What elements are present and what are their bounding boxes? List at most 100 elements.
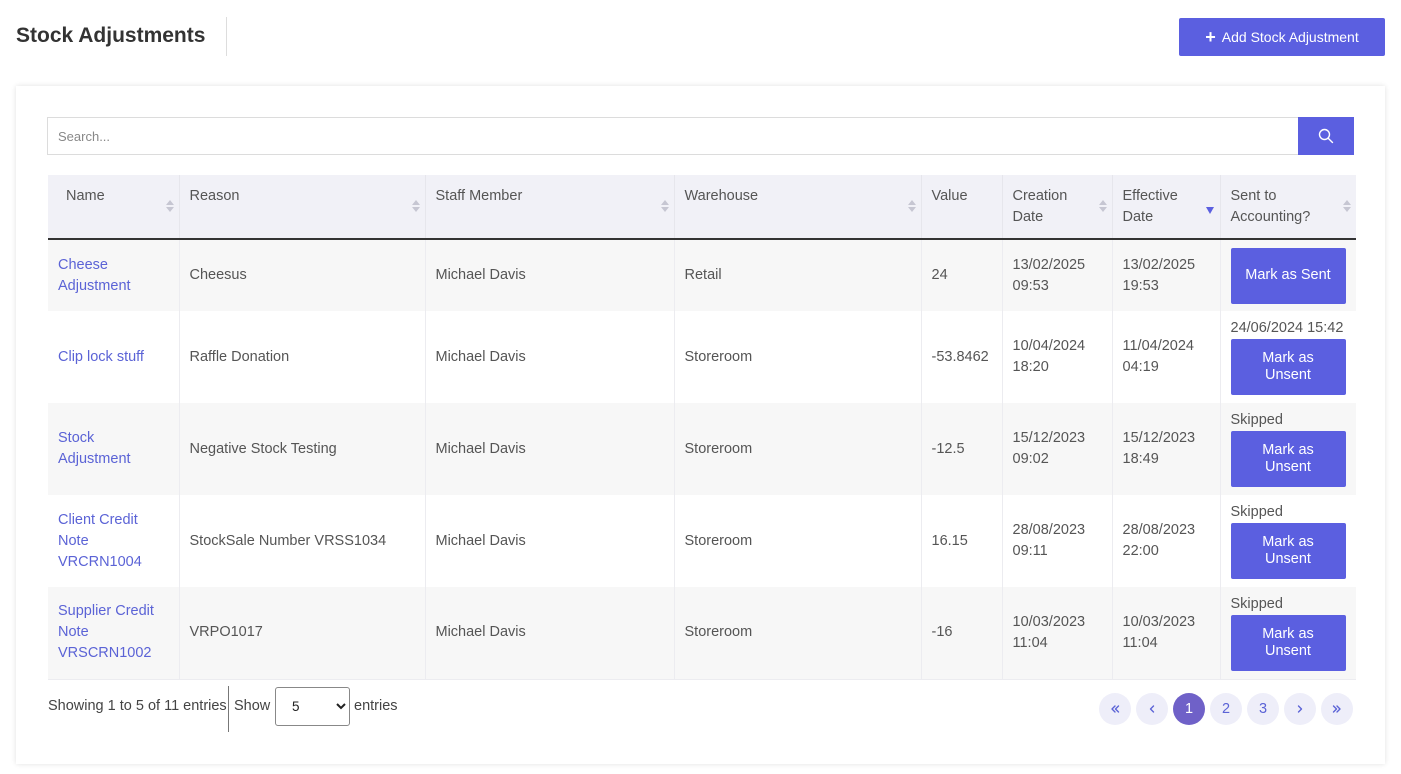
sort-icon: [660, 200, 669, 212]
double-chevron-right-icon: [1332, 705, 1341, 713]
column-header-creation-date[interactable]: Creation Date: [1002, 175, 1113, 240]
sent-cell-content: Skipped Mark as Unsent: [1230, 411, 1347, 487]
cell-staff-text: Michael Davis: [435, 348, 526, 365]
cell-value: 16.15: [921, 495, 1003, 587]
cell-effective-text: 10/03/2023 11:04: [1122, 613, 1196, 651]
adjustment-name-link[interactable]: Clip lock stuff: [58, 349, 144, 365]
cell-staff-text: Michael Davis: [435, 624, 526, 641]
sent-status-text: Skipped: [1230, 412, 1283, 428]
column-header-label: Reason: [189, 188, 240, 204]
mark-as-unsent-button[interactable]: Mark as Unsent: [1230, 523, 1346, 579]
column-header-reason[interactable]: Reason: [179, 175, 426, 240]
cell-effective: 13/02/2025 19:53: [1112, 239, 1221, 311]
adjustment-name-link[interactable]: Client Credit Note VRCRN1004: [58, 512, 142, 570]
cell-reason: Cheesus: [179, 239, 426, 311]
title-divider: [226, 17, 227, 56]
cell-value-text: -12.5: [931, 440, 965, 457]
cell-reason-text: StockSale Number VRSS1034: [189, 532, 387, 549]
column-header-sent-to-accounting[interactable]: Sent to Accounting?: [1220, 175, 1356, 240]
cell-reason: Raffle Donation: [179, 311, 426, 403]
page-1-button[interactable]: 1: [1173, 693, 1205, 725]
cell-name: Client Credit Note VRCRN1004: [48, 495, 180, 587]
sort-icon: [411, 200, 420, 212]
mark-as-unsent-button[interactable]: Mark as Unsent: [1230, 614, 1346, 671]
cell-created-text: 13/02/2025 09:53: [1012, 256, 1086, 294]
column-header-label: Staff Member: [435, 188, 523, 204]
cell-created-text: 15/12/2023 09:02: [1012, 430, 1086, 467]
table-header-row: Name Reason Staff Member Warehouse Value Crea…: [48, 175, 1356, 240]
cell-sent-to-accounting: Mark as Sent: [1220, 239, 1356, 311]
cell-effective: 28/08/2023 22:00: [1112, 495, 1221, 587]
cell-warehouse: Storeroom: [674, 587, 922, 680]
column-header-warehouse[interactable]: Warehouse: [674, 175, 922, 240]
cell-staff-text: Michael Davis: [435, 532, 526, 549]
cell-sent-to-accounting: Skipped Mark as Unsent: [1220, 403, 1356, 495]
column-header-staff-member[interactable]: Staff Member: [425, 175, 675, 240]
cell-effective-text: 15/12/2023 18:49: [1122, 430, 1196, 467]
cell-warehouse-text: Storeroom: [684, 624, 753, 641]
entries-label: entries: [354, 698, 398, 714]
double-chevron-left-page-button[interactable]: [1099, 693, 1131, 725]
stock-adjustments-table: Name Reason Staff Member Warehouse Value Crea…: [48, 175, 1356, 680]
double-chevron-right-page-button[interactable]: [1321, 693, 1353, 725]
adjustment-name-link[interactable]: Stock Adjustment: [58, 430, 131, 467]
cell-warehouse: Storeroom: [674, 311, 922, 403]
page-title: Stock Adjustments: [16, 24, 206, 47]
cell-created: 13/02/2025 09:53: [1002, 239, 1113, 311]
table-row: Cheese Adjustment Cheesus Michael Davis Ret…: [48, 239, 1356, 311]
cell-staff: Michael Davis: [425, 403, 675, 495]
cell-staff: Michael Davis: [425, 311, 675, 403]
sent-status-text: 24/06/2024 15:42: [1230, 320, 1344, 336]
cell-warehouse: Storeroom: [674, 495, 922, 587]
cell-created: 15/12/2023 09:02: [1002, 403, 1113, 495]
cell-warehouse-text: Storeroom: [684, 348, 753, 365]
adjustment-name-link[interactable]: Supplier Credit Note VRSCRN1002: [58, 603, 154, 661]
column-header-label: Value: [931, 188, 968, 204]
double-chevron-left-icon: [1111, 705, 1120, 713]
cell-value: 24: [921, 239, 1003, 311]
sent-cell-content: Skipped Mark as Unsent: [1230, 503, 1347, 579]
cell-warehouse-text: Storeroom: [684, 532, 753, 549]
sent-cell-content: Mark as Sent: [1230, 247, 1347, 304]
add-stock-adjustment-button[interactable]: + Add Stock Adjustment: [1179, 18, 1385, 56]
cell-effective-text: 28/08/2023 22:00: [1122, 522, 1196, 559]
footer-divider: [228, 686, 229, 732]
sort-icon: [1343, 200, 1351, 212]
mark-as-sent-button[interactable]: Mark as Sent: [1230, 247, 1346, 304]
page-size-select[interactable]: 5: [275, 687, 350, 726]
page-2-button[interactable]: 2: [1210, 693, 1242, 725]
cell-value-text: -16: [931, 624, 953, 641]
cell-warehouse-text: Storeroom: [684, 440, 753, 457]
cell-reason-text: Raffle Donation: [189, 348, 290, 365]
cell-name: Stock Adjustment: [48, 403, 180, 495]
chevron-right-page-button[interactable]: [1284, 693, 1316, 725]
column-header-label: Effective Date: [1122, 188, 1178, 225]
mark-as-unsent-button[interactable]: Mark as Unsent: [1230, 339, 1346, 395]
column-header-name[interactable]: Name: [48, 175, 180, 240]
cell-staff: Michael Davis: [425, 587, 675, 680]
sort-icon: [1098, 200, 1107, 212]
cell-warehouse: Storeroom: [674, 403, 922, 495]
search-button[interactable]: [1298, 117, 1354, 155]
cell-warehouse: Retail: [674, 239, 922, 311]
cell-sent-to-accounting: Skipped Mark as Unsent: [1220, 587, 1356, 680]
column-header-effective-date[interactable]: Effective Date: [1112, 175, 1221, 240]
table-row: Clip lock stuff Raffle Donation Michael Da…: [48, 311, 1356, 403]
cell-value-text: -53.8462: [931, 348, 989, 365]
sent-status-text: Skipped: [1230, 504, 1283, 520]
cell-reason-text: VRPO1017: [189, 624, 263, 641]
add-button-label: Add Stock Adjustment: [1221, 29, 1359, 45]
page-3-button[interactable]: 3: [1247, 693, 1279, 725]
column-header-value[interactable]: Value: [921, 175, 1003, 240]
search-input[interactable]: [47, 117, 1298, 155]
cell-created: 10/03/2023 11:04: [1002, 587, 1113, 680]
cell-reason: StockSale Number VRSS1034: [179, 495, 426, 587]
cell-created-text: 28/08/2023 09:11: [1012, 522, 1086, 559]
chevron-left-icon: [1149, 705, 1155, 713]
chevron-left-page-button[interactable]: [1136, 693, 1168, 725]
sort-desc-icon: [1205, 207, 1214, 214]
mark-as-unsent-button[interactable]: Mark as Unsent: [1230, 431, 1346, 487]
cell-value: -12.5: [921, 403, 1003, 495]
entries-info: Showing 1 to 5 of 11 entries: [48, 698, 227, 714]
adjustment-name-link[interactable]: Cheese Adjustment: [58, 257, 131, 294]
